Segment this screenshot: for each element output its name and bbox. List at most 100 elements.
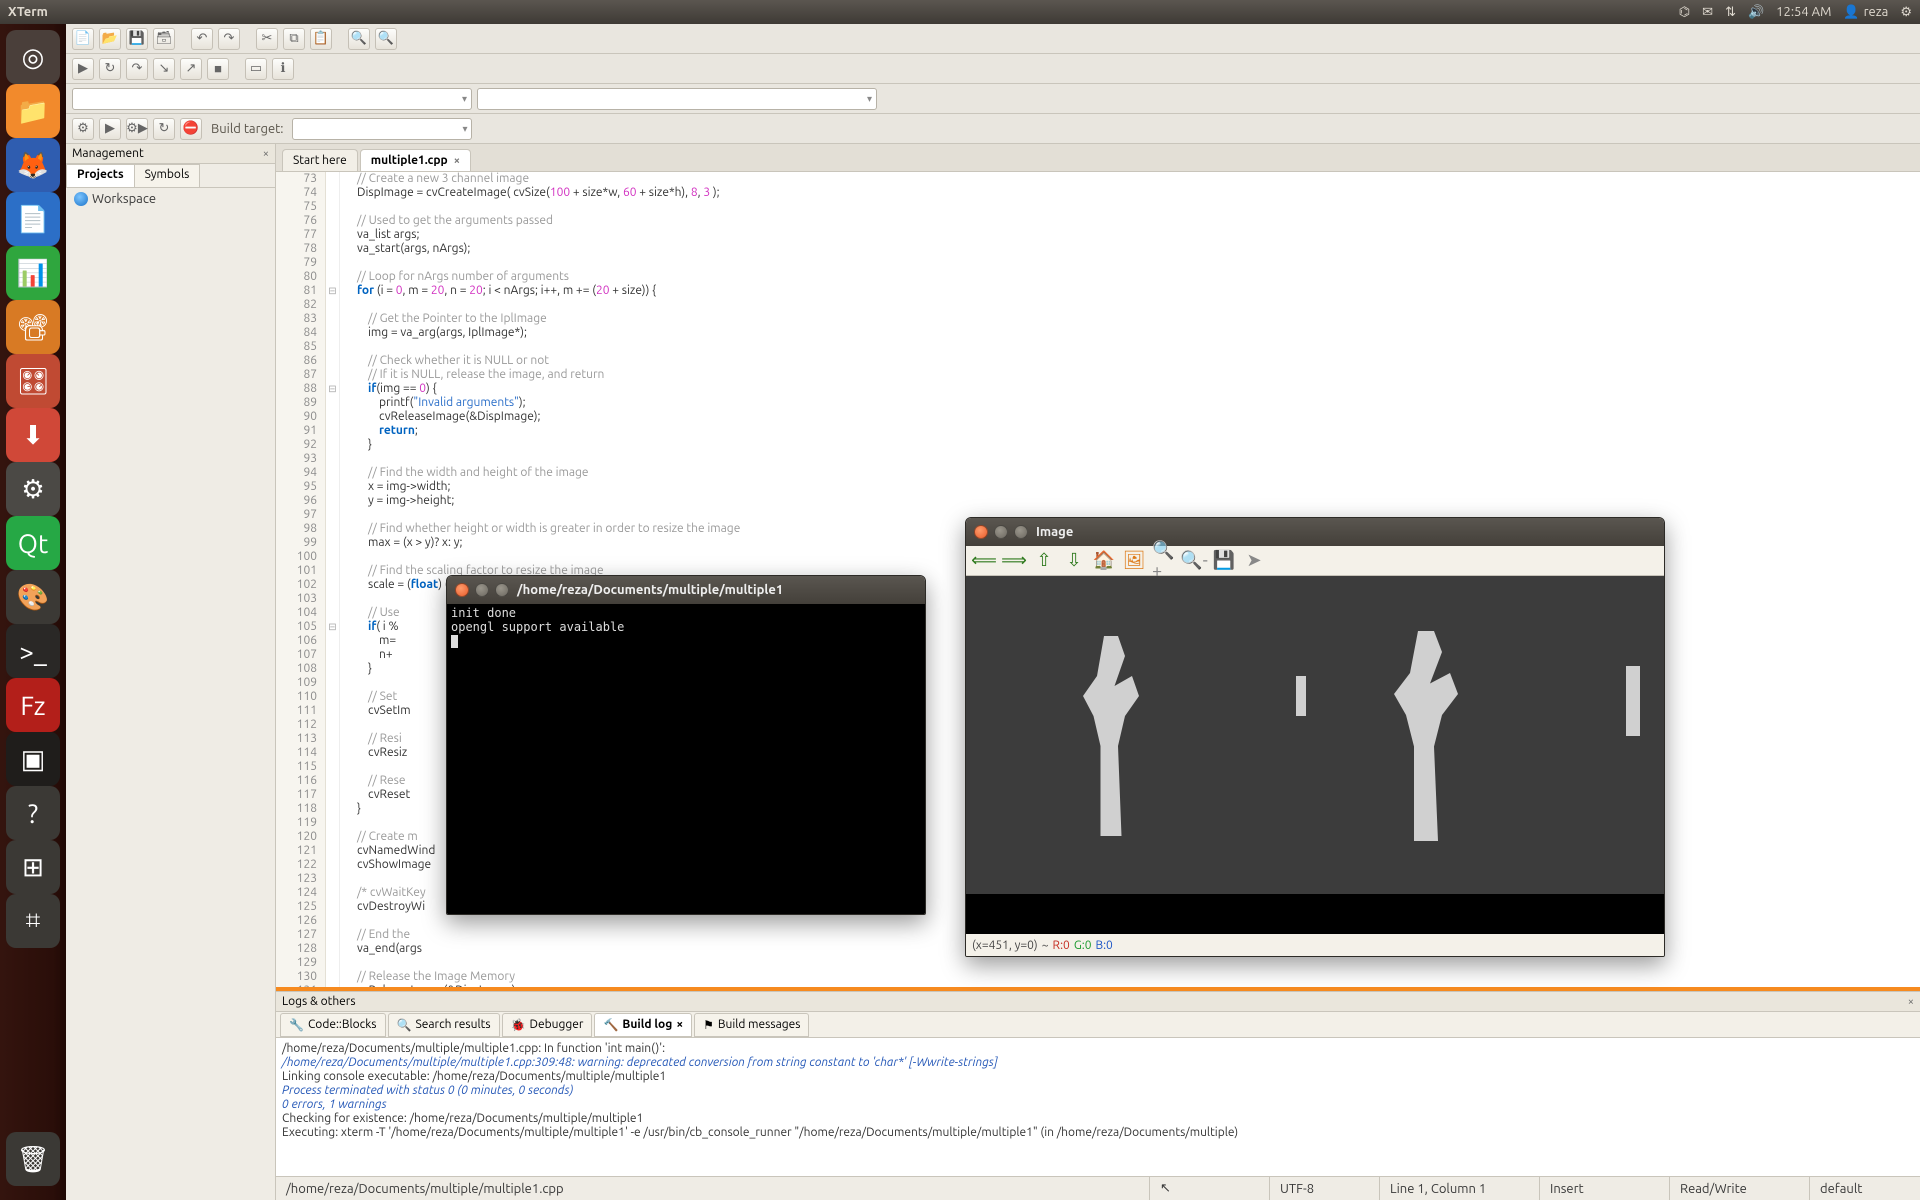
tab-start-here[interactable]: Start here (282, 149, 358, 171)
logs-close-icon[interactable]: × (1908, 996, 1914, 1008)
nav-back-icon[interactable]: ⟸ (972, 549, 996, 573)
debug-info-button[interactable]: ℹ (272, 58, 294, 80)
send-icon[interactable]: ➤ (1242, 549, 1266, 573)
status-profile: default (1810, 1177, 1920, 1200)
management-close-icon[interactable]: × (263, 148, 269, 160)
log-tab-search[interactable]: 🔍 Search results (388, 1013, 500, 1037)
window-title: XTerm (8, 5, 48, 19)
image-max-button[interactable] (1014, 525, 1028, 539)
pixel-r: R:0 (1053, 939, 1070, 952)
launcher-palette[interactable]: 🎨 (6, 570, 60, 624)
launcher-help[interactable]: ? (6, 786, 60, 840)
launcher-files[interactable]: 📁 (6, 84, 60, 138)
tab-symbols[interactable]: Symbols (134, 164, 201, 187)
tab-multiple1[interactable]: multiple1.cpp× (360, 149, 471, 171)
debug-run-button[interactable]: ↻ (99, 58, 121, 80)
tab-close-icon[interactable]: × (454, 155, 460, 167)
launcher-settings[interactable]: ⚙ (6, 462, 60, 516)
zoom-in-icon[interactable]: 🔍+ (1152, 549, 1176, 573)
workspace-node[interactable]: Workspace (74, 192, 267, 206)
paste-button[interactable]: 📋 (310, 28, 332, 50)
launcher-monitor[interactable]: ⌗ (6, 894, 60, 948)
home-icon[interactable]: 🏠 (1092, 549, 1116, 573)
log-output[interactable]: /home/reza/Documents/multiple/multiple1.… (276, 1038, 1920, 1176)
launcher-media[interactable]: 🎛 (6, 354, 60, 408)
save-image-icon[interactable]: 💾 (1212, 549, 1236, 573)
mail-icon[interactable]: ✉ (1702, 5, 1713, 20)
launcher-filezilla[interactable]: Fz (6, 678, 60, 732)
build-run-button[interactable]: ⚙▶ (126, 118, 148, 140)
status-path: /home/reza/Documents/multiple/multiple1.… (276, 1177, 1150, 1200)
terminal-close-button[interactable] (455, 583, 469, 597)
workspace-icon (74, 192, 88, 206)
nav-forward-icon[interactable]: ⟹ (1002, 549, 1026, 573)
launcher-qt[interactable]: Qt (6, 516, 60, 570)
copy-button[interactable]: ⧉ (283, 28, 305, 50)
save-all-button[interactable]: 🗃 (153, 28, 175, 50)
network-icon[interactable]: ⇅ (1725, 5, 1736, 20)
log-tab-codeblocks[interactable]: 🔧 Code::Blocks (280, 1013, 386, 1037)
shutdown-icon[interactable]: ⚙ (1900, 5, 1912, 20)
toolbar-main: 📄 📂 💾 🗃 ↶ ↷ ✂ ⧉ 📋 🔍 🔍 (66, 24, 1920, 54)
image-canvas[interactable] (966, 576, 1664, 934)
nav-up-icon[interactable]: ⇧ (1032, 549, 1056, 573)
zoom-out-icon[interactable]: 🔍- (1182, 549, 1206, 573)
clock[interactable]: 12:54 AM (1776, 5, 1831, 19)
management-panel: Management × Projects Symbols Workspace (66, 144, 276, 1200)
run-button[interactable]: ▶ (99, 118, 121, 140)
terminal-min-button[interactable] (475, 583, 489, 597)
save-button[interactable]: 💾 (126, 28, 148, 50)
rebuild-button[interactable]: ↻ (153, 118, 175, 140)
terminal-max-button[interactable] (495, 583, 509, 597)
launcher-firefox[interactable]: 🦊 (6, 138, 60, 192)
nav-down-icon[interactable]: ⇩ (1062, 549, 1086, 573)
image-close-button[interactable] (974, 525, 988, 539)
symbols-combo[interactable]: ▾ (477, 88, 877, 110)
status-position: Line 1, Column 1 (1380, 1177, 1540, 1200)
find-button[interactable]: 🔍 (348, 28, 370, 50)
redo-button[interactable]: ↷ (218, 28, 240, 50)
log-tab-close-icon[interactable]: × (676, 1018, 683, 1031)
launcher-impress[interactable]: 📽 (6, 300, 60, 354)
terminal-window[interactable]: /home/reza/Documents/multiple/multiple1 … (446, 575, 926, 915)
build-target-combo[interactable]: ▾ (292, 118, 472, 140)
debug-stop-button[interactable]: ■ (207, 58, 229, 80)
debug-windows-button[interactable]: ▭ (245, 58, 267, 80)
pixel-b: B:0 (1096, 939, 1113, 952)
image-window[interactable]: Image ⟸ ⟹ ⇧ ⇩ 🏠 🖼 🔍+ 🔍- 💾 ➤ (x=451, y=0)… (965, 517, 1665, 957)
launcher-terminal[interactable]: >_ (6, 624, 60, 678)
debug-stepout-button[interactable]: ↗ (180, 58, 202, 80)
debug-next-button[interactable]: ↷ (126, 58, 148, 80)
debug-continue-button[interactable]: ▶ (72, 58, 94, 80)
user-menu[interactable]: 👤 reza (1843, 5, 1888, 20)
cut-button[interactable]: ✂ (256, 28, 278, 50)
log-tab-debugger[interactable]: 🐞 Debugger (502, 1013, 593, 1037)
launcher-workspaces[interactable]: ⊞ (6, 840, 60, 894)
terminal-body[interactable]: init done opengl support available (447, 604, 925, 914)
launcher-writer[interactable]: 📄 (6, 192, 60, 246)
image-titlebar[interactable]: Image (966, 518, 1664, 546)
volume-icon[interactable]: 🔊 (1748, 5, 1764, 20)
launcher-dash[interactable]: ◎ (6, 30, 60, 84)
terminal-titlebar[interactable]: /home/reza/Documents/multiple/multiple1 (447, 576, 925, 604)
bluetooth-icon[interactable]: ⌬ (1679, 5, 1690, 20)
gallery-icon[interactable]: 🖼 (1122, 549, 1146, 573)
replace-button[interactable]: 🔍 (375, 28, 397, 50)
launcher-calc[interactable]: 📊 (6, 246, 60, 300)
open-file-button[interactable]: 📂 (99, 28, 121, 50)
image-toolbar: ⟸ ⟹ ⇧ ⇩ 🏠 🖼 🔍+ 🔍- 💾 ➤ (966, 546, 1664, 576)
tab-projects[interactable]: Projects (66, 164, 135, 187)
undo-button[interactable]: ↶ (191, 28, 213, 50)
debug-stepin-button[interactable]: ↘ (153, 58, 175, 80)
launcher-xterm[interactable]: ▣ (6, 732, 60, 786)
new-file-button[interactable]: 📄 (72, 28, 94, 50)
search-combo[interactable]: ▾ (72, 88, 472, 110)
log-tab-buildmsg[interactable]: ⚑ Build messages (694, 1013, 809, 1037)
unity-launcher: ◎📁🦊📄📊📽🎛⬇⚙Qt🎨>_Fz▣?⊞⌗ 🗑 (0, 24, 66, 1200)
image-min-button[interactable] (994, 525, 1008, 539)
log-tab-buildlog[interactable]: 🔨 Build log × (594, 1013, 692, 1037)
launcher-software[interactable]: ⬇ (6, 408, 60, 462)
launcher-trash[interactable]: 🗑 (6, 1132, 60, 1186)
build-button[interactable]: ⚙ (72, 118, 94, 140)
abort-button[interactable]: ⛔ (180, 118, 202, 140)
